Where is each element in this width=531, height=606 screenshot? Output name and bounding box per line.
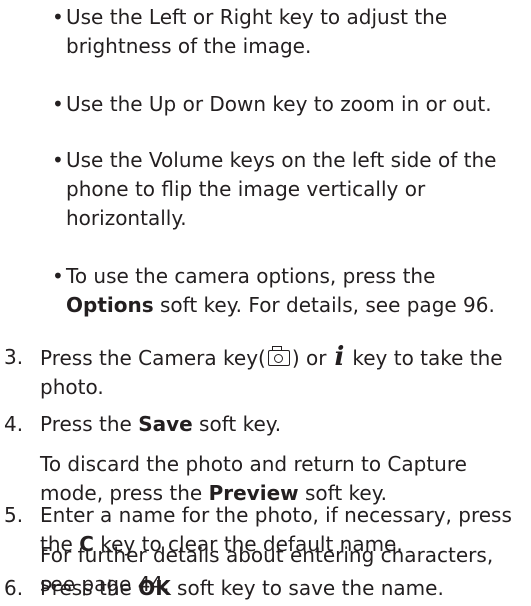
step-text: Press the OK soft key to save the name.	[4, 574, 526, 603]
bullet-text: To use the camera options, press the Opt…	[52, 262, 527, 320]
bullet-dot: •	[52, 148, 64, 172]
step-text: Press the Camera key() or i key to take th…	[4, 343, 526, 402]
bullet-text: Use the Up or Down key to zoom in or out…	[66, 92, 492, 116]
ok-softkey-label: OK	[138, 576, 171, 600]
save-softkey-label: Save	[138, 412, 193, 436]
step-number: 6.	[4, 576, 24, 600]
text-part: Press the	[40, 576, 139, 600]
bullet-dot: •	[52, 92, 64, 116]
bullet-item: • Use the Volume keys on the left side o…	[52, 146, 527, 233]
bullet-text: Use the Left or Right key to adjust the …	[66, 5, 448, 58]
bullet-item: • Use the Left or Right key to adjust th…	[52, 3, 527, 61]
text-part: soft key to save the name.	[170, 576, 444, 600]
step-number: 3.	[4, 345, 24, 369]
bullet-dot: •	[52, 5, 64, 29]
bullet-item: • To use the camera options, press the O…	[52, 262, 527, 320]
step-number: 4.	[4, 412, 24, 436]
camera-icon	[267, 346, 290, 366]
step-item: 4. Press the Save soft key.	[4, 410, 526, 439]
bullet-text: Use the Volume keys on the left side of …	[66, 148, 497, 230]
text-part: soft key. For details, see page 96.	[153, 293, 495, 317]
text-part: soft key.	[192, 412, 282, 436]
step-item: 3. Press the Camera key() or i key to take…	[4, 343, 526, 402]
step-number: 5.	[4, 503, 24, 527]
text-part: Press the Camera key(	[40, 346, 266, 370]
step-note: To discard the photo and return to Captu…	[40, 450, 526, 508]
bullet-dot: •	[52, 264, 64, 288]
options-softkey-label: Options	[66, 293, 154, 317]
text-part: ) or	[291, 346, 327, 370]
bullet-item: • Use the Up or Down key to zoom in or o…	[52, 90, 527, 119]
i-key-icon: i	[334, 342, 345, 372]
text-part: Press the	[40, 412, 139, 436]
step-item: 6. Press the OK soft key to save the nam…	[4, 574, 526, 603]
step-text: Press the Save soft key.	[4, 410, 526, 439]
text-part: To use the camera options, press the	[66, 264, 436, 288]
